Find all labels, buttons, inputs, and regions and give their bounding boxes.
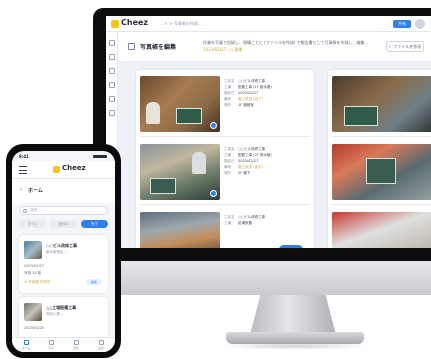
mobile-app-screen: 9:41 Cheez ‹ ホーム 検索 すべて 進行中 完了 ○○ビル改修工事 … — [12, 151, 115, 352]
site-photo[interactable] — [332, 76, 431, 132]
cheez-logo-icon — [111, 20, 119, 28]
photo-card — [328, 70, 431, 248]
worker-figure — [192, 152, 206, 174]
tabbar-home[interactable]: ホーム — [16, 340, 36, 352]
camera-icon[interactable] — [109, 54, 115, 60]
card-divider — [332, 136, 431, 137]
search-icon — [23, 209, 27, 213]
monitor-chin — [93, 261, 431, 295]
item-date: 2023/02/20 — [24, 326, 45, 330]
item-subtitle: 神奈川県… — [46, 312, 64, 316]
settings-icon[interactable] — [109, 96, 115, 102]
home-icon — [23, 340, 29, 345]
status-time: 9:41 — [19, 154, 29, 159]
blackboard — [366, 158, 396, 184]
card-divider — [140, 204, 310, 205]
desktop-app-screen: Cheez …ト > 写真帳の作成… 共有 写真帳を編集 作業を写真で記録し、現… — [106, 16, 431, 248]
section-header: ‹ ホーム — [12, 179, 115, 203]
tab-done[interactable]: 完了 — [81, 220, 108, 228]
status-bar: 9:41 — [12, 151, 115, 161]
site-photo[interactable] — [140, 144, 220, 200]
users-icon[interactable] — [109, 82, 115, 88]
item-subtitle: 東京都港区… — [46, 250, 67, 254]
tabbar-label: 設定 — [98, 346, 104, 350]
tabbar-photos[interactable]: 写真 — [41, 340, 61, 352]
product-mockup: Cheez …ト > 写真帳の作成… 共有 写真帳を編集 作業を写真で記録し、現… — [0, 0, 431, 359]
app-logo-text: Cheez — [62, 164, 86, 172]
site-photo[interactable] — [140, 212, 220, 248]
menu-icon[interactable] — [19, 166, 27, 174]
photo-card: 工事名 ○○ビル改修工事 工種 配管工事 (1F 給水管) 撮影日 2023/02/2… — [136, 70, 314, 248]
tabbar-settings[interactable]: 設定 — [91, 340, 111, 352]
item-title: △△工場設備工事 — [46, 305, 77, 310]
photo-select-icon[interactable] — [210, 190, 217, 197]
breadcrumb[interactable]: …ト > 写真帳の作成… — [160, 21, 202, 27]
photo-book-icon — [128, 43, 135, 50]
avatar[interactable] — [415, 19, 425, 29]
tab-all[interactable]: すべて — [19, 220, 46, 228]
cheez-logo-icon — [53, 166, 60, 173]
battery-icon — [93, 155, 107, 158]
filter-tabs: すべて 進行中 完了 — [19, 220, 108, 229]
worker-figure — [146, 102, 160, 124]
mobile-header: Cheez — [12, 161, 115, 179]
tabbar-label: ホーム — [21, 346, 31, 350]
page-header: 写真帳を編集 作業を写真で記録し、現場ごとに (ファイルを作成) で報告書として… — [118, 32, 431, 62]
photo-info: 工事名 ○○ビル改修工事 工種 配管工事 (2F 排水管) 撮影日 2023/02/2… — [224, 147, 272, 175]
site-thumbnail — [24, 303, 42, 321]
search-placeholder: 検索 — [30, 208, 37, 212]
app-logo-text: Cheez — [121, 18, 149, 27]
monitor-stand — [250, 295, 336, 335]
app-topbar: Cheez …ト > 写真帳の作成… 共有 — [106, 16, 431, 32]
page-indicator[interactable] — [279, 245, 303, 248]
site-photo[interactable] — [332, 212, 431, 248]
home-icon[interactable] — [109, 40, 115, 46]
card-divider — [140, 136, 310, 137]
tabbar-label: 写真 — [48, 346, 54, 350]
folder-icon[interactable] — [109, 68, 115, 74]
tabbar-label: 現場 — [73, 346, 79, 350]
card-divider — [332, 204, 431, 205]
tabbar-sites[interactable]: 現場 — [66, 340, 86, 352]
share-button[interactable]: 共有 — [393, 20, 411, 28]
bottom-tab-bar: ホーム 写真 現場 設定 — [12, 337, 115, 352]
edit-button[interactable]: 編集 — [86, 279, 102, 285]
page-subtext: 2023/02/27 ○○現場 — [203, 47, 243, 52]
page-title: 写真帳を編集 — [140, 44, 177, 51]
list-item[interactable]: ○○ビル改修工事 東京都港区… 2023/02/27 写真 24 枚 ★ 写真帳… — [19, 235, 108, 293]
create-file-button[interactable]: ✓ ファイルを作成 — [386, 41, 424, 52]
chart-icon[interactable] — [109, 110, 115, 116]
photo-info: 工事名 ○○ビル改修工事 工種 配管工事 (1F 給水管) 撮影日 2023/02/2… — [224, 79, 272, 107]
page-description: 作業を写真で記録し、現場ごとに (ファイルを作成) で報告書として写真帳を作成し… — [203, 40, 369, 45]
site-photo[interactable] — [140, 76, 220, 132]
section-title: ホーム — [28, 188, 43, 194]
photo-select-icon[interactable] — [210, 122, 217, 129]
site-photo[interactable] — [332, 144, 431, 200]
item-title: ○○ビル改修工事 — [46, 243, 77, 248]
folder-icon — [73, 340, 79, 345]
monitor-stand-base — [226, 332, 364, 344]
site-thumbnail — [24, 241, 42, 259]
item-count: 写真 24 枚 — [24, 271, 42, 275]
chevron-left-icon[interactable]: ‹ — [20, 187, 22, 193]
photo-info: 工事名 ○○ビル改修工事 工種 足場設置 — [224, 215, 266, 225]
blackboard — [176, 108, 202, 124]
blackboard — [150, 178, 176, 194]
item-status: ★ 写真帳 作成中 — [24, 280, 51, 284]
camera-icon — [48, 340, 54, 345]
search-input[interactable]: 検索 — [19, 206, 108, 215]
item-date: 2023/02/27 — [24, 264, 45, 268]
gear-icon — [98, 340, 104, 345]
blackboard — [344, 106, 378, 126]
tab-in-progress[interactable]: 進行中 — [50, 220, 77, 228]
